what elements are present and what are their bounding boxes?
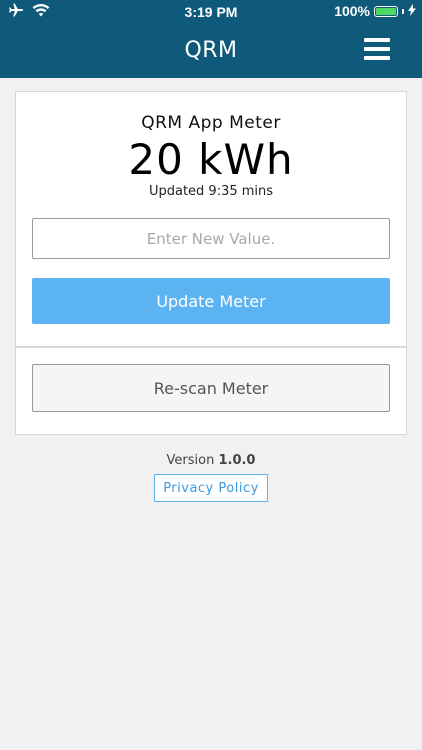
meter-updated-text: Updated 9:35 mins xyxy=(148,184,274,199)
hamburger-icon xyxy=(364,38,390,42)
battery-cap xyxy=(402,8,404,14)
version-number: 1.0.0 xyxy=(218,453,256,468)
hamburger-menu-button[interactable] xyxy=(364,38,390,60)
app-title: QRM xyxy=(184,38,238,63)
hamburger-icon xyxy=(364,56,390,60)
status-bar: 3:19 PM 100% xyxy=(0,0,422,24)
meter-label: QRM App Meter xyxy=(141,113,281,133)
battery-fill xyxy=(376,7,396,15)
title-row: QRM xyxy=(0,24,422,78)
hamburger-icon xyxy=(364,47,390,51)
charging-bolt-icon xyxy=(408,3,416,19)
app-header: 3:19 PM 100% QRM xyxy=(0,0,422,78)
status-right: 100% xyxy=(334,3,416,19)
new-value-input[interactable] xyxy=(32,218,390,259)
meter-card: QRM App Meter 20 kWh Updated 9:35 mins U… xyxy=(15,91,407,347)
version-label: Version xyxy=(166,453,215,468)
rescan-card: Re-scan Meter xyxy=(15,347,407,435)
battery-percent: 100% xyxy=(334,3,370,19)
battery-icon xyxy=(374,5,398,17)
update-meter-button[interactable]: Update Meter xyxy=(32,278,390,324)
version-text: Version 1.0.0 xyxy=(0,453,422,468)
rescan-meter-button[interactable]: Re-scan Meter xyxy=(32,364,390,412)
meter-value: 20 kWh xyxy=(128,135,294,184)
privacy-policy-button[interactable]: Privacy Policy xyxy=(154,474,268,502)
